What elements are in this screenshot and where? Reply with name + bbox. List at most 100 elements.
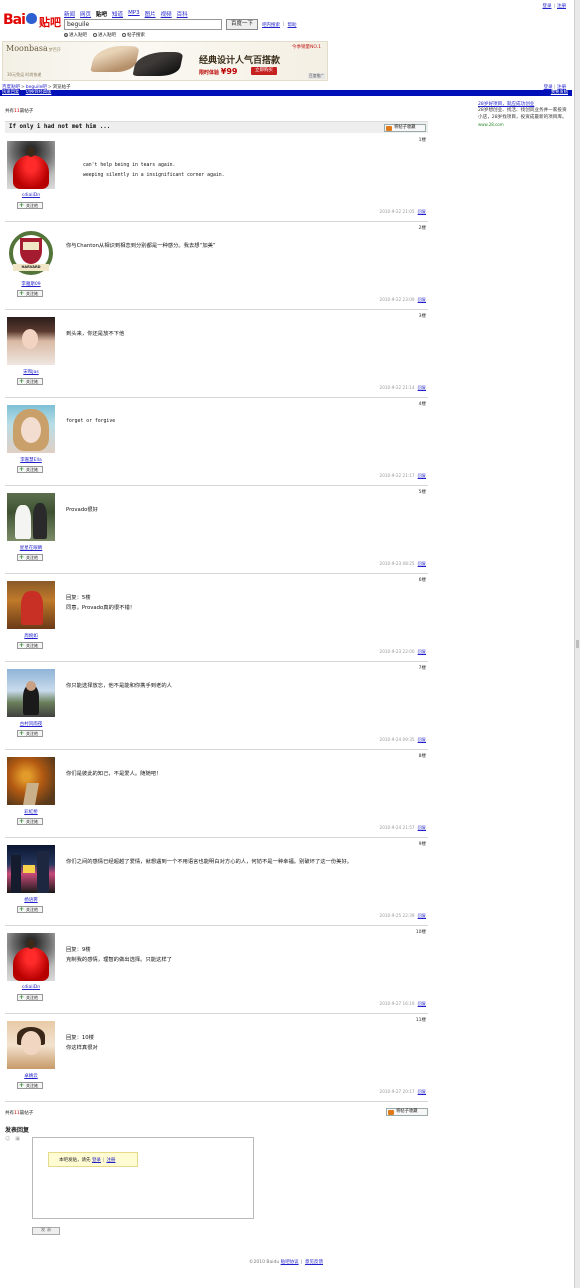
reply-textarea[interactable] <box>32 1137 254 1219</box>
help-link[interactable]: 帮助 <box>288 22 297 28</box>
follow-button[interactable]: + 关注她 <box>17 378 43 385</box>
search-input[interactable]: beguile <box>64 19 222 30</box>
nav-mp3[interactable]: MP3 <box>128 10 140 18</box>
floor-number: 4楼 <box>418 402 426 407</box>
follow-button[interactable]: + 关注她 <box>17 290 43 297</box>
username[interactable]: 周婉如 <box>5 633 57 639</box>
tip-login-link[interactable]: 登录 <box>92 1158 101 1163</box>
avatar[interactable] <box>7 1021 55 1069</box>
avatar[interactable] <box>7 317 55 365</box>
reply-link[interactable]: 回复 <box>418 1001 426 1006</box>
plus-icon: + <box>19 554 25 561</box>
avatar[interactable] <box>7 757 55 805</box>
footer-feedback-link[interactable]: 意见反馈 <box>305 1260 323 1265</box>
post-meta: 2010-9-22 21:17 回复 <box>379 473 426 478</box>
emoticon-icon[interactable]: ☺ <box>5 1136 10 1142</box>
thread-title: If only i had not met him ... <box>9 124 111 130</box>
window-scrollbar[interactable] <box>574 0 580 1288</box>
nav-web[interactable]: 网页 <box>80 10 91 18</box>
top-register-link[interactable]: 注册 <box>557 4 566 9</box>
footer-agreement-link[interactable]: 贴吧协议 <box>281 1260 299 1265</box>
post-floor-8: 彩虹桥 + 关注她 8楼 你们是彼此的知己，不是爱人。随随吧！ 2010-9-24… <box>5 750 428 838</box>
post-meta: 2010-9-24 21:57 回复 <box>379 825 426 830</box>
reply-link[interactable]: 回复 <box>418 209 426 214</box>
follow-button[interactable]: + 关注她 <box>17 818 43 825</box>
favorite-thread-button-bottom[interactable]: 将帖子收藏 <box>386 1108 428 1116</box>
follow-button[interactable]: + 关注他 <box>17 730 43 737</box>
avatar[interactable] <box>7 933 55 981</box>
nav-news[interactable]: 新闻 <box>64 10 75 18</box>
plus-icon: + <box>19 1082 25 1089</box>
banner-ad[interactable]: Moonbasa梦芭莎 30元免运 时尚快递 今季销量NO.1 经典设计人气百搭… <box>2 41 328 81</box>
post-content: forget or forgive <box>66 419 116 424</box>
quick-reply-link[interactable]: 快速回复 <box>2 90 19 95</box>
username[interactable]: 李雅斯09 <box>5 281 57 287</box>
avatar[interactable] <box>7 581 55 629</box>
follow-button[interactable]: + 关注他 <box>17 994 43 1001</box>
nav-tieba: 贴吧 <box>96 12 108 18</box>
favorite-thread-button[interactable]: 将帖子收藏 <box>384 124 426 132</box>
floor-number: 8楼 <box>418 754 426 759</box>
follow-button[interactable]: + 关注她 <box>17 466 43 473</box>
nav-zhidao[interactable]: 知道 <box>112 10 123 18</box>
reply-link[interactable]: 回复 <box>418 649 426 654</box>
follow-button[interactable]: + 关注她 <box>17 1082 43 1089</box>
radio-enter-bar[interactable]: 进入贴吧 <box>64 32 87 38</box>
plus-icon: + <box>19 202 25 209</box>
baidu-tieba-logo[interactable]: Bai 贴吧 <box>3 10 61 32</box>
search-links: 吧内搜索 | 帮助 <box>262 22 297 28</box>
sidebar-ad[interactable]: 28岁好项目，就应成功创业 28岁想创业、找活、找创风业务并一家投资小店，28岁… <box>478 102 570 129</box>
avatar[interactable] <box>7 669 55 717</box>
nav-video[interactable]: 视频 <box>161 10 172 18</box>
username[interactable]: 杨语霁 <box>5 897 57 903</box>
avatar[interactable] <box>7 845 55 893</box>
sidebar-ad-url: www.28.com <box>478 122 504 128</box>
radio-enter-bar-2[interactable]: 进入贴吧 <box>93 32 116 38</box>
top-login-link[interactable]: 登录 <box>542 4 551 9</box>
username[interactable]: 李嘉慧Ella <box>5 457 57 463</box>
follow-button[interactable]: + 关注他 <box>17 906 43 913</box>
follow-button[interactable]: + 关注他 <box>17 554 43 561</box>
reply-link[interactable]: 回复 <box>418 473 426 478</box>
reply-link[interactable]: 回复 <box>418 913 426 918</box>
nav-images[interactable]: 图片 <box>145 10 156 18</box>
username[interactable]: 星星在眼睛 <box>5 545 57 551</box>
post-meta: 2010-9-23 08:25 回复 <box>379 561 426 566</box>
reply-link[interactable]: 回复 <box>418 297 426 302</box>
follow-button[interactable]: + 关注她 <box>17 642 43 649</box>
follow-button[interactable]: + 关注他 <box>17 202 43 209</box>
classic-view-link[interactable]: 切换到经典版 <box>26 90 52 95</box>
avatar[interactable] <box>7 141 55 189</box>
post-floor-5: 星星在眼睛 + 关注他 5楼 Provado很好 2010-9-23 08:25 回… <box>5 486 428 574</box>
submit-reply-button[interactable]: 发 表 <box>32 1227 60 1235</box>
new-post-link[interactable]: 我要发帖 <box>551 90 568 96</box>
logo-text-tieba: 贴吧 <box>39 16 61 29</box>
floor-number: 11楼 <box>415 1018 426 1023</box>
in-bar-search-link[interactable]: 吧内搜索 <box>262 22 280 28</box>
ad-buy-button[interactable]: 立即购买 <box>251 67 277 75</box>
avatar[interactable] <box>7 493 55 541</box>
reply-link[interactable]: 回复 <box>418 385 426 390</box>
username[interactable]: 古村风雨夜 <box>5 721 57 727</box>
tip-register-link[interactable]: 注册 <box>106 1158 115 1163</box>
scrollbar-grip[interactable] <box>576 640 579 648</box>
image-icon[interactable]: ▣ <box>15 1136 20 1142</box>
search-button[interactable]: 百度一下 <box>226 19 258 30</box>
username[interactable]: cdiaiiDn <box>5 985 57 990</box>
plus-icon: + <box>19 466 25 473</box>
reply-link[interactable]: 回复 <box>418 1089 426 1094</box>
search-mode-radios: 进入贴吧 进入贴吧 帖子搜索 <box>64 32 145 38</box>
reply-link[interactable]: 回复 <box>418 825 426 830</box>
reply-link[interactable]: 回复 <box>418 561 426 566</box>
ad-promo: 今季销量NO.1 <box>291 45 321 50</box>
post-content: 你们是彼此的知己，不是爱人。随随吧！ <box>66 771 162 777</box>
nav-baike[interactable]: 百科 <box>177 10 188 18</box>
username[interactable]: 宋和Jas <box>5 369 57 375</box>
avatar[interactable]: HARVARD <box>7 229 55 277</box>
username[interactable]: 卓婧云 <box>5 1073 57 1079</box>
reply-link[interactable]: 回复 <box>418 737 426 742</box>
avatar[interactable] <box>7 405 55 453</box>
username[interactable]: cdiaiiDn <box>5 193 57 198</box>
radio-post-search[interactable]: 帖子搜索 <box>122 32 145 38</box>
username[interactable]: 彩虹桥 <box>5 809 57 815</box>
